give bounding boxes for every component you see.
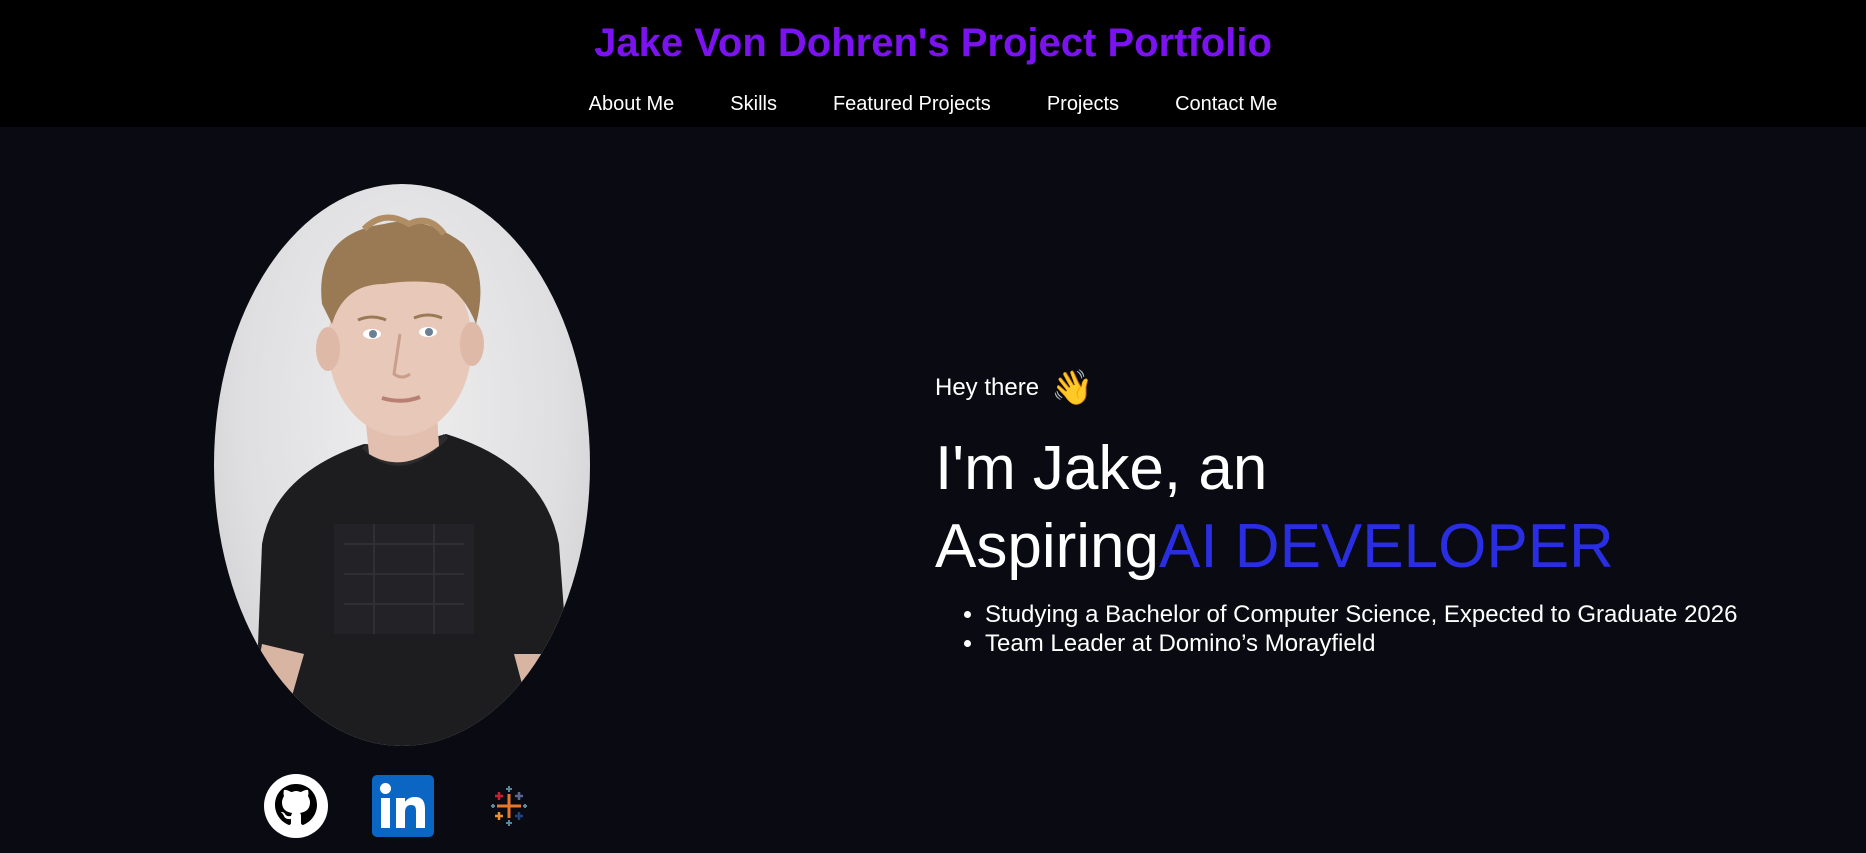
- github-link[interactable]: [264, 774, 328, 838]
- github-icon: [264, 774, 328, 838]
- greeting: Hey there 👋: [935, 370, 1835, 406]
- site-title: Jake Von Dohren's Project Portfolio: [594, 21, 1272, 65]
- list-item: Team Leader at Domino’s Morayfield: [985, 629, 1835, 658]
- headline-line1: I'm Jake, an: [935, 434, 1268, 503]
- intro-section: Hey there 👋 I'm Jake, an AspiringAI DEVE…: [935, 370, 1835, 658]
- portrait-illustration: [254, 214, 574, 746]
- nav-contact-me[interactable]: Contact Me: [1175, 92, 1277, 116]
- nav-about-me[interactable]: About Me: [589, 92, 675, 116]
- nav-skills[interactable]: Skills: [730, 92, 777, 116]
- tableau-icon: [491, 786, 527, 826]
- nav-featured-projects[interactable]: Featured Projects: [833, 92, 991, 116]
- linkedin-icon: [372, 775, 434, 837]
- headline-prefix: Aspiring: [935, 512, 1159, 581]
- linkedin-link[interactable]: [371, 774, 435, 838]
- greeting-text: Hey there: [935, 374, 1040, 401]
- social-links: [0, 774, 620, 840]
- headline: I'm Jake, an AspiringAI DEVELOPER: [935, 430, 1835, 586]
- site-header: Jake Von Dohren's Project Portfolio Abou…: [0, 0, 1866, 127]
- intro-bullets: Studying a Bachelor of Computer Science,…: [985, 600, 1835, 658]
- nav-projects[interactable]: Projects: [1047, 92, 1119, 116]
- tableau-link[interactable]: [477, 774, 541, 838]
- list-item: Studying a Bachelor of Computer Science,…: [985, 600, 1835, 629]
- profile-photo: [214, 184, 590, 746]
- main-nav: About Me Skills Featured Projects Projec…: [0, 92, 1866, 116]
- headline-role: AI DEVELOPER: [1159, 512, 1614, 581]
- waving-hand-icon: 👋: [1051, 369, 1094, 407]
